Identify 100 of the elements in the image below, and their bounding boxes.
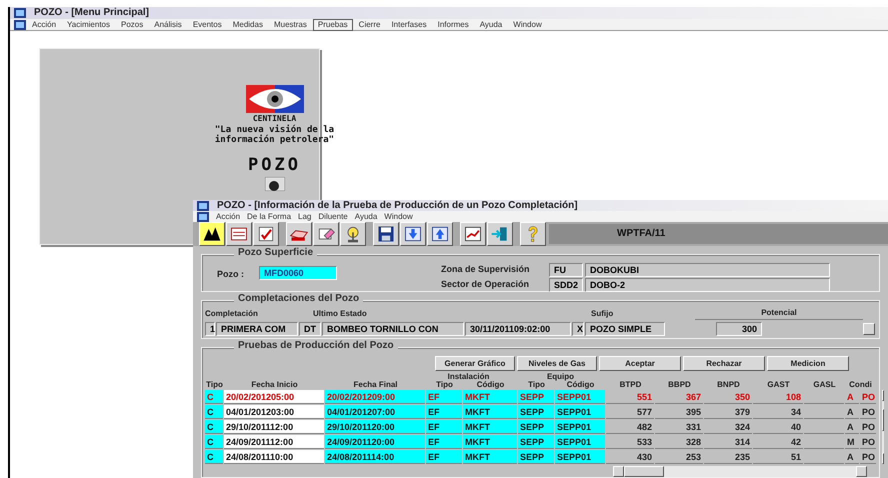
table-cell: SEPP01 (555, 435, 605, 449)
brand-name: CENTINELA (252, 113, 296, 124)
table-row[interactable]: C 20/02/201205:00 20/02/201209:00 EF MKFT SEPP SEPP01 551 367 350 108 A PO (205, 390, 876, 404)
text-field[interactable]: BOMBEO TORNILLO CON (322, 322, 464, 336)
menu-item[interactable]: Informes (432, 18, 474, 30)
table-cell: EF (426, 450, 462, 464)
table-cell: MKFT (463, 405, 517, 419)
scrollbar[interactable] (882, 390, 884, 464)
menu-item[interactable]: De la Forma (247, 212, 292, 222)
action-button[interactable]: Generar Gráfico (435, 356, 515, 371)
text-field[interactable]: X (572, 322, 584, 336)
table-cell: MKFT (463, 450, 517, 464)
text-field[interactable]: PRIMERA COM (216, 322, 298, 336)
table-cell: SEPP (518, 405, 554, 419)
toolbar-button[interactable] (340, 222, 366, 246)
column-header: Fecha Inicio (251, 381, 298, 389)
menu-item[interactable]: Ayuda (474, 18, 508, 30)
text-field[interactable]: 1 (205, 322, 215, 336)
text-field[interactable]: SDD2 (549, 278, 583, 292)
menu-item[interactable]: Análisis (149, 18, 187, 30)
text-field[interactable]: MFD0060 (259, 266, 337, 280)
table-cell: MKFT (463, 435, 517, 449)
group-title: Pruebas de Producción del Pozo (234, 341, 398, 351)
action-button[interactable]: Medicion (767, 356, 849, 371)
save-icon (376, 224, 396, 244)
table-row[interactable]: C 04/01/201203:00 04/01/201207:00 EF MKFT SEPP SEPP01 577 395 379 34 A PO (205, 405, 876, 419)
menu-item[interactable]: Acción (216, 212, 240, 222)
table-cell: 24/08/201110:00 (224, 450, 324, 464)
text-field[interactable]: DT (299, 322, 321, 336)
action-button[interactable]: Aceptar (599, 356, 681, 371)
text-field[interactable]: DOBOKUBI (585, 263, 830, 278)
text-field[interactable]: POZO SIMPLE (585, 322, 665, 336)
table-cell: 04/01/201203:00 (224, 405, 324, 419)
table-cell: C (205, 450, 223, 464)
table-cell: EF (426, 420, 462, 434)
toolbar-button[interactable] (427, 222, 453, 246)
spin-button[interactable] (863, 323, 875, 336)
action-button[interactable]: Rechazar (683, 356, 765, 371)
table-cell: EF (426, 405, 462, 419)
menu-item[interactable]: Acción (27, 18, 62, 30)
menu-item[interactable]: Pruebas (312, 18, 353, 30)
menu-item[interactable]: Ayuda (354, 212, 378, 222)
menu-item[interactable]: Lag (298, 212, 312, 222)
menu-item[interactable]: Interfases (386, 18, 432, 30)
text-field[interactable]: 30/11/201109:02:00 (465, 322, 571, 336)
column-header: Tipo (528, 381, 545, 389)
column-header: Tipo (436, 381, 453, 389)
window-icon (197, 212, 209, 222)
toolbar-button[interactable] (253, 222, 279, 246)
menu-item[interactable]: Window (508, 18, 547, 30)
toolbar-button[interactable] (313, 222, 339, 246)
action-button[interactable]: Niveles de Gas (517, 356, 597, 371)
table-cell: 29/10/201120:00 (325, 420, 425, 434)
table-cell: C (205, 435, 223, 449)
menu-item[interactable]: Window (384, 212, 413, 222)
window-icon (14, 8, 26, 18)
toolbar-button[interactable] (373, 222, 399, 246)
scrollbar[interactable] (613, 466, 867, 477)
table-cell: 20/02/201209:00 (325, 390, 425, 404)
menu-item[interactable]: Muestras (268, 18, 312, 30)
text-field[interactable]: FU (549, 263, 583, 278)
table-row[interactable]: C 24/08/201110:00 24/08/201114:00 EF MKFT SEPP SEPP01 430 253 235 51 A PO (205, 450, 876, 464)
text-field[interactable]: 300 (716, 322, 762, 336)
menu-item[interactable]: Eventos (188, 18, 227, 30)
app-icon[interactable] (264, 177, 284, 191)
toolbar-button[interactable] (460, 222, 486, 246)
window-icon (197, 200, 209, 211)
menu-item[interactable]: Cierre (354, 18, 386, 30)
menu-item[interactable]: Pozos (116, 18, 148, 30)
column-header: Potencial (695, 307, 863, 320)
table-cell: SEPP (518, 435, 554, 449)
table-cell: C (205, 420, 223, 434)
table-cell: 24/09/201112:00 (224, 435, 324, 449)
table-cell: SEPP (518, 420, 554, 434)
column-header: GAST (767, 381, 790, 389)
column-header: Código (566, 381, 594, 389)
column-header: GASL (813, 381, 836, 389)
menu-item[interactable]: Diluente (318, 212, 348, 222)
group-header: Instalación (448, 373, 490, 381)
table-cell: SEPP01 (555, 420, 605, 434)
column-header: BTPD (620, 381, 642, 389)
column-header: Fecha Final (353, 381, 398, 389)
toolbar-button[interactable] (400, 222, 426, 246)
toolbar-button[interactable] (520, 222, 546, 246)
table-cell: SEPP01 (555, 390, 605, 404)
toolbar-button[interactable] (226, 222, 252, 246)
toolbar-button[interactable] (199, 222, 225, 246)
table-row[interactable]: C 24/09/201112:00 24/09/201120:00 EF MKFT SEPP SEPP01 533 328 314 42 M PO (205, 435, 876, 449)
menu-item[interactable]: Yacimientos (62, 18, 115, 30)
table-row[interactable]: C 29/10/201112:00 29/10/201120:00 EF MKFT SEPP SEPP01 482 331 324 40 A PO (205, 420, 876, 434)
toolbar-button[interactable] (487, 222, 513, 246)
field-label: Pozo : (217, 268, 245, 282)
text-field[interactable]: DOBO-2 (585, 278, 830, 292)
menu-item[interactable]: Medidas (228, 18, 268, 30)
toolbar-button[interactable] (286, 222, 312, 246)
table-cell: EF (426, 435, 462, 449)
window-icon (14, 20, 26, 30)
table-cell: SEPP (518, 390, 554, 404)
group-title: Pozo Superficie (234, 248, 318, 258)
slogan-line: "La nueva visión de la (214, 125, 334, 135)
